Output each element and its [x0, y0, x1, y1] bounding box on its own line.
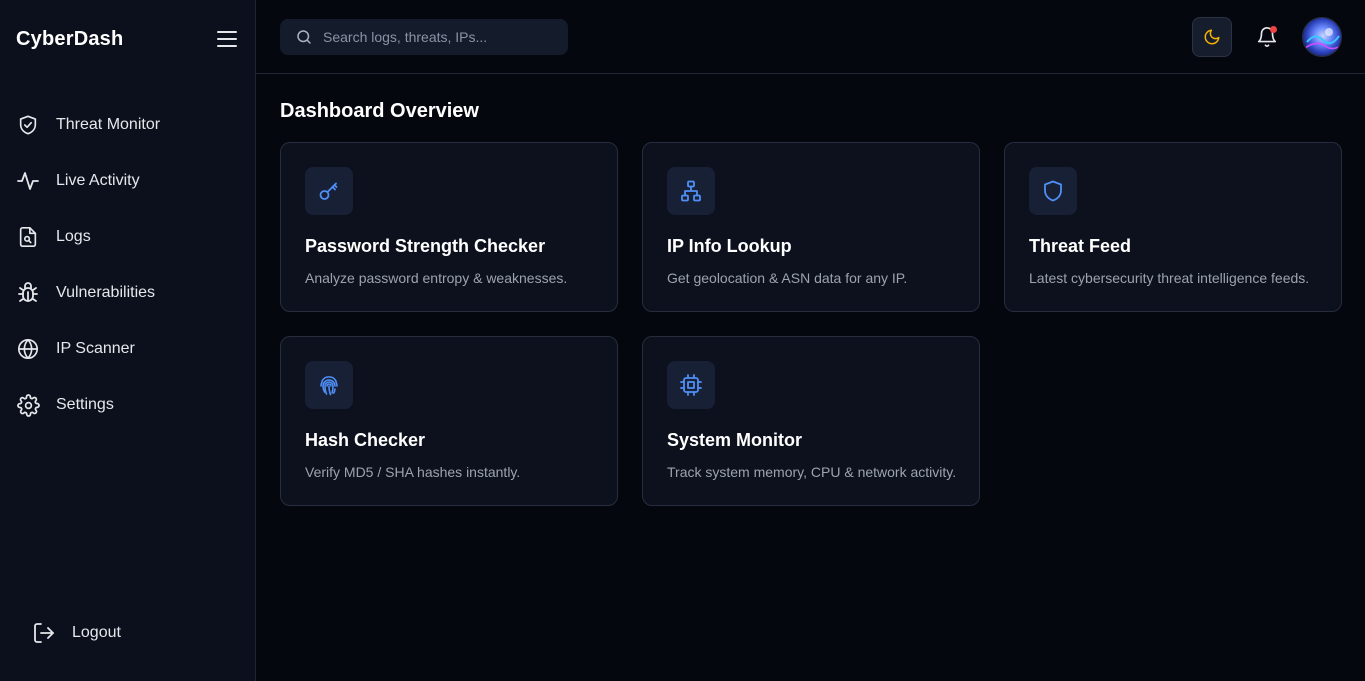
sidebar-item-label: Logs	[56, 228, 91, 245]
sidebar-item-label: Threat Monitor	[56, 116, 161, 133]
notifications-button[interactable]	[1252, 22, 1282, 52]
app: CyberDash Threat Monitor Live Activity L…	[0, 0, 1365, 681]
card-password-strength-checker[interactable]: Password Strength Checker Analyze passwo…	[280, 142, 618, 312]
card-title: System Monitor	[667, 430, 803, 450]
key-icon	[319, 182, 338, 200]
page-title: Dashboard Overview	[280, 100, 479, 122]
sidebar-item-logs[interactable]: Logs	[0, 209, 255, 265]
card-description: Analyze password entropy & weaknesses.	[305, 270, 568, 286]
avatar-image	[1303, 18, 1341, 56]
card-title: Threat Feed	[1029, 236, 1132, 256]
sidebar-item-label: Live Activity	[56, 172, 140, 189]
card-title: IP Info Lookup	[667, 236, 792, 256]
main-content: Dashboard Overview	[280, 100, 479, 123]
sidebar-nav: Threat Monitor Live Activity Logs Vulner…	[0, 97, 255, 433]
sidebar-item-label: Settings	[56, 396, 114, 413]
logout-button[interactable]: Logout	[32, 619, 121, 647]
card-threat-feed[interactable]: Threat Feed Latest cybersecurity threat …	[1004, 142, 1342, 312]
menu-toggle-button[interactable]	[216, 28, 238, 50]
notification-badge	[1270, 26, 1277, 33]
activity-icon	[16, 169, 40, 193]
bug-icon	[16, 281, 40, 305]
brand-logo: CyberDash	[16, 28, 124, 50]
file-search-icon	[16, 225, 40, 249]
fingerprint-icon	[320, 376, 338, 396]
card-description: Get geolocation & ASN data for any IP.	[667, 270, 908, 286]
card-hash-checker[interactable]: Hash Checker Verify MD5 / SHA hashes ins…	[280, 336, 618, 506]
card-description: Track system memory, CPU & network activ…	[667, 464, 957, 480]
sidebar-item-live-activity[interactable]: Live Activity	[0, 153, 255, 209]
card-icon-box	[667, 361, 715, 409]
card-system-monitor[interactable]: System Monitor Track system memory, CPU …	[642, 336, 980, 506]
search-icon	[295, 28, 313, 46]
card-icon-box	[305, 361, 353, 409]
logout-label: Logout	[72, 624, 121, 641]
sidebar-item-ip-scanner[interactable]: IP Scanner	[0, 321, 255, 377]
logout-icon	[32, 621, 56, 645]
network-icon	[681, 180, 701, 202]
gear-icon	[16, 393, 40, 417]
card-description: Verify MD5 / SHA hashes instantly.	[305, 464, 521, 480]
sidebar-item-threat-monitor[interactable]: Threat Monitor	[0, 97, 255, 153]
card-icon-box	[305, 167, 353, 215]
hamburger-icon	[217, 31, 237, 47]
globe-icon	[16, 337, 40, 361]
card-icon-box	[667, 167, 715, 215]
avatar[interactable]	[1302, 17, 1342, 57]
sidebar-item-label: Vulnerabilities	[56, 284, 156, 301]
search-box	[280, 19, 568, 55]
top-bar	[256, 0, 1365, 74]
card-description: Latest cybersecurity threat intelligence…	[1029, 270, 1310, 286]
card-icon-box	[1029, 167, 1077, 215]
sidebar-item-label: IP Scanner	[56, 340, 135, 357]
sidebar-item-settings[interactable]: Settings	[0, 377, 255, 433]
card-title: Hash Checker	[305, 430, 426, 450]
cpu-icon	[680, 374, 702, 396]
moon-icon	[1204, 29, 1220, 45]
sidebar: CyberDash Threat Monitor Live Activity L…	[0, 0, 256, 681]
shield-check-icon	[16, 113, 40, 137]
card-ip-info-lookup[interactable]: IP Info Lookup Get geolocation & ASN dat…	[642, 142, 980, 312]
theme-toggle-button[interactable]	[1192, 17, 1232, 57]
shield-icon	[1044, 180, 1062, 202]
card-title: Password Strength Checker	[305, 236, 546, 256]
search-input[interactable]	[323, 29, 553, 45]
sidebar-item-vulnerabilities[interactable]: Vulnerabilities	[0, 265, 255, 321]
